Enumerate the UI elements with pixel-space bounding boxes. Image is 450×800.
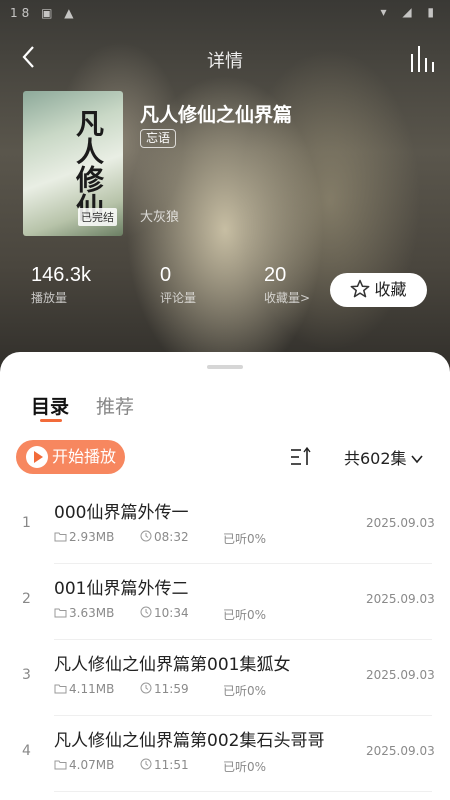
tab-indicator <box>40 419 62 422</box>
star-icon <box>351 279 370 298</box>
episode-index: 2 <box>22 591 31 607</box>
episode-progress: 已听0% <box>223 760 267 774</box>
episode-duration: 10:34 <box>154 606 189 620</box>
row-divider <box>54 791 432 792</box>
equalizer-button[interactable] <box>410 46 436 72</box>
sort-icon <box>291 446 311 465</box>
folder-icon <box>54 532 67 542</box>
start-play-button[interactable]: 开始播放 <box>16 440 125 474</box>
status-left: 18 ▣ ▲ <box>10 6 78 20</box>
page-title: 详情 <box>207 51 243 72</box>
cover-calligraphy: 凡人修仙 <box>72 109 105 221</box>
equalizer-icon <box>411 46 434 72</box>
clock-icon <box>140 530 152 542</box>
episode-row[interactable]: 1 000仙界篇外传一 2.93MB 08:32 已听0% 2025.09.03 <box>0 488 450 564</box>
episode-title: 凡人修仙之仙界篇第002集石头哥哥 <box>54 731 325 751</box>
stat-value: 146.3k <box>31 264 92 286</box>
episode-duration: 11:51 <box>154 758 189 772</box>
sheet-handle[interactable] <box>207 365 243 369</box>
status-right: ▾ ◢ ▮ <box>380 5 440 19</box>
episode-date: 2025.09.03 <box>366 516 435 530</box>
play-icon <box>26 446 48 468</box>
stat-label: 评论量 <box>160 291 197 305</box>
stat-favorites[interactable]: 20 收藏量> <box>264 264 310 306</box>
book-cover[interactable]: 凡人修仙 已完结 <box>23 91 123 236</box>
episode-row[interactable]: 2 001仙界篇外传二 3.63MB 10:34 已听0% 2025.09.03 <box>0 564 450 640</box>
stat-value: 0 <box>160 264 172 286</box>
episode-count: 共602集 <box>344 449 407 468</box>
stat-plays: 146.3k 播放量 <box>31 264 91 306</box>
episode-date: 2025.09.03 <box>366 744 435 758</box>
episode-sheet: 目录 推荐 开始播放 共602集 1 000仙界篇外传一 2.93MB 08:32 已听… <box>0 352 450 800</box>
episode-progress: 已听0% <box>223 684 267 698</box>
cover-finished-badge: 已完结 <box>78 208 117 226</box>
stat-comments[interactable]: 0 评论量 <box>160 264 196 306</box>
stat-value: 20 <box>264 264 287 286</box>
episode-title: 凡人修仙之仙界篇第001集狐女 <box>54 655 291 675</box>
episode-title: 001仙界篇外传二 <box>54 579 189 599</box>
episode-date: 2025.09.03 <box>366 668 435 682</box>
tab-catalog[interactable]: 目录 <box>31 392 69 419</box>
episode-row[interactable]: 3 凡人修仙之仙界篇第001集狐女 4.11MB 11:59 已听0% 2025.09.0… <box>0 640 450 716</box>
collect-label: 收藏 <box>374 280 407 299</box>
episode-size: 4.11MB <box>69 682 115 696</box>
folder-icon <box>54 760 67 770</box>
clock-icon <box>140 758 152 770</box>
episode-date: 2025.09.03 <box>366 592 435 606</box>
episode-size: 4.07MB <box>69 758 115 772</box>
folder-icon <box>54 684 67 694</box>
clock-icon <box>140 682 152 694</box>
sort-button[interactable] <box>290 446 312 468</box>
book-title: 凡人修仙之仙界篇 <box>140 104 293 126</box>
episode-count-selector[interactable]: 共602集 <box>344 445 424 469</box>
episode-duration: 11:59 <box>154 682 189 696</box>
episode-title: 000仙界篇外传一 <box>54 503 189 523</box>
episode-index: 1 <box>22 515 31 531</box>
narrator-name[interactable]: 大灰狼 <box>140 206 179 225</box>
episode-row[interactable]: 4 凡人修仙之仙界篇第002集石头哥哥 4.07MB 11:51 已听0% 2025.09… <box>0 716 450 792</box>
nav-bar: 详情 <box>0 38 450 78</box>
episode-index: 4 <box>22 743 31 759</box>
stat-label: 播放量 <box>31 291 68 305</box>
episode-progress: 已听0% <box>223 608 267 622</box>
start-play-label: 开始播放 <box>52 447 117 466</box>
folder-icon <box>54 608 67 618</box>
episode-size: 3.63MB <box>69 606 115 620</box>
clock-icon <box>140 606 152 618</box>
episode-duration: 08:32 <box>154 530 189 544</box>
collect-button[interactable]: 收藏 <box>330 273 427 307</box>
episode-index: 3 <box>22 667 31 683</box>
author-tag[interactable]: 忘语 <box>140 129 177 148</box>
stat-label: 收藏量> <box>264 291 311 305</box>
tab-recommend[interactable]: 推荐 <box>96 392 134 419</box>
episode-progress: 已听0% <box>223 532 267 546</box>
chevron-down-icon <box>410 455 423 464</box>
status-bar: 18 ▣ ▲ ▾ ◢ ▮ <box>0 0 450 28</box>
header-background: 18 ▣ ▲ ▾ ◢ ▮ 详情 凡人修仙 已完结 凡人修仙之仙界篇 忘语 大灰狼… <box>0 0 450 380</box>
episode-size: 2.93MB <box>69 530 115 544</box>
